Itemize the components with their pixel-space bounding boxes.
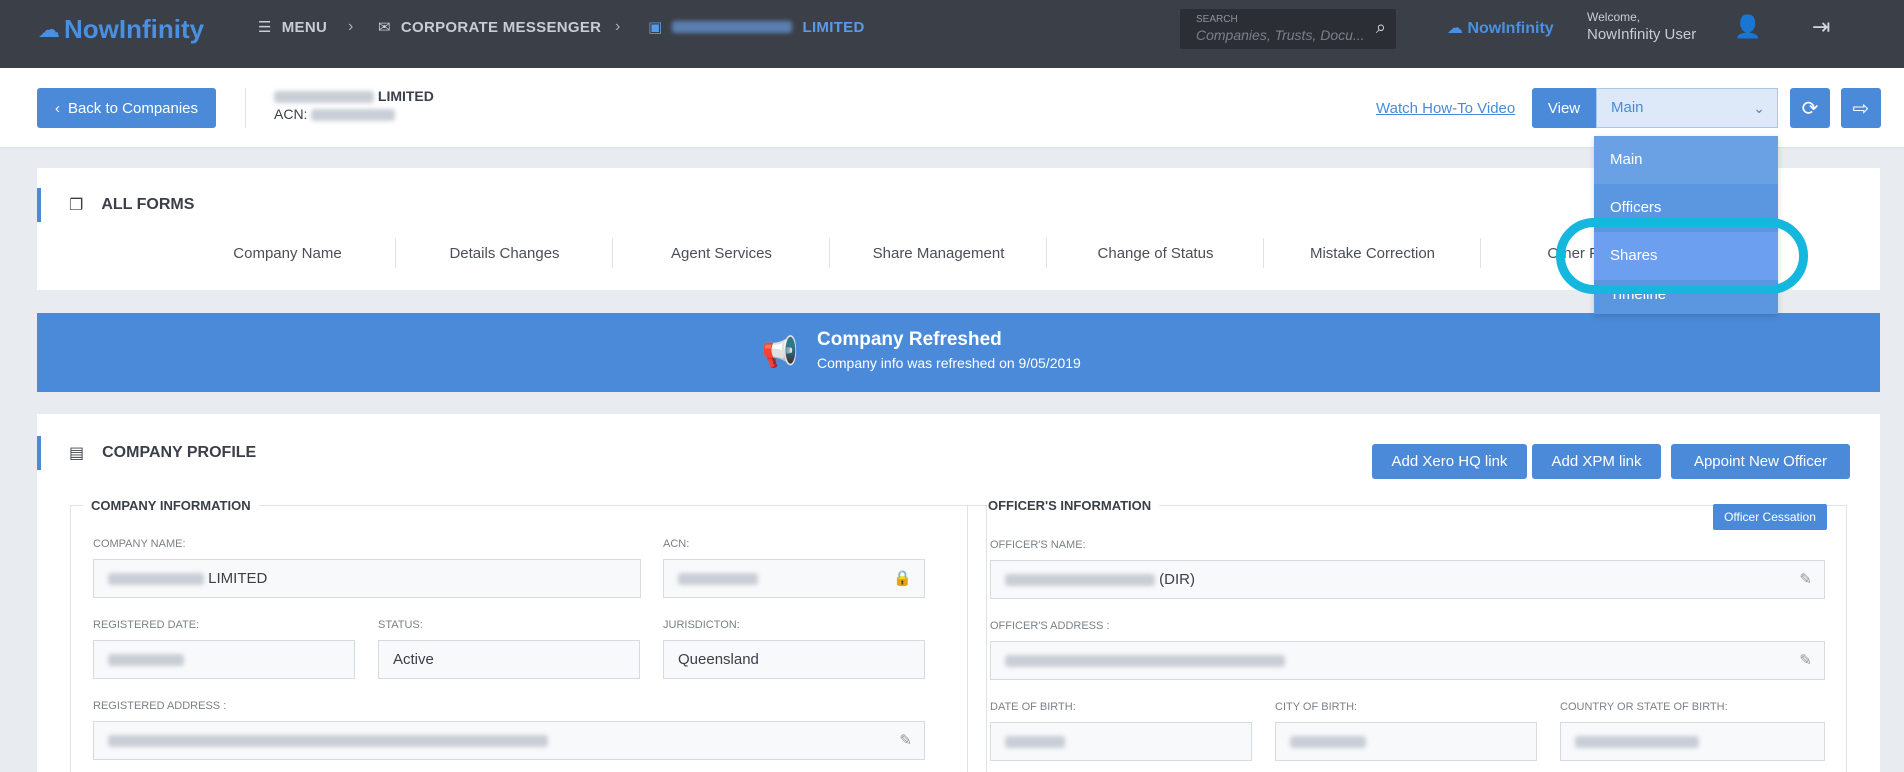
view-select[interactable]: Main ⌄: [1596, 88, 1778, 128]
company-acn: ACN:: [274, 106, 396, 122]
view-label-button[interactable]: View: [1532, 88, 1596, 128]
pencil-icon[interactable]: ✎: [899, 722, 912, 759]
company-name-field[interactable]: LIMITED: [93, 559, 641, 598]
registered-address-field[interactable]: ✎: [93, 721, 925, 760]
company-refreshed-banner: 📢 Company Refreshed Company info was ref…: [37, 313, 1880, 392]
all-forms-heading: ❐ ALL FORMS: [37, 188, 194, 222]
nowinfinity-small-logo: ☁ NowInfinity: [1447, 20, 1554, 37]
breadcrumb-chevron-icon: ›: [348, 18, 354, 35]
officer-address-field[interactable]: ✎: [990, 641, 1825, 680]
hamburger-icon: ☰: [258, 19, 272, 36]
redacted-acn: [678, 573, 758, 586]
briefcase-icon: ▤: [69, 445, 85, 462]
view-option-shares[interactable]: Shares: [1594, 232, 1778, 280]
view-dropdown-menu: Main Officers Shares Timeline: [1594, 136, 1778, 314]
refresh-icon: ⟳: [1801, 97, 1819, 120]
officer-cessation-button[interactable]: Officer Cessation: [1713, 504, 1827, 530]
redacted-company-name: [274, 91, 374, 104]
redacted-date: [108, 654, 184, 667]
status-field[interactable]: Active: [378, 640, 640, 679]
global-search[interactable]: SEARCH Companies, Trusts, Docu... ⌕: [1180, 9, 1396, 49]
form-link-company-name[interactable]: Company Name: [179, 236, 396, 270]
top-navigation-bar: ☁ NowInfinity ☰ MENU › ✉ CORPORATE MESSE…: [0, 0, 1904, 68]
redacted-company-name: [672, 21, 793, 33]
export-icon: ⇨: [1852, 97, 1870, 120]
date-of-birth-field[interactable]: [990, 722, 1252, 761]
company-title: LIMITED: [274, 88, 434, 104]
view-option-officers[interactable]: Officers: [1594, 184, 1778, 232]
lock-icon: 🔒: [893, 570, 912, 587]
form-link-agent-services[interactable]: Agent Services: [613, 236, 830, 270]
breadcrumb-chevron-icon: ›: [615, 18, 621, 35]
city-of-birth-field[interactable]: [1275, 722, 1537, 761]
redacted-company-name: [108, 573, 204, 586]
welcome-user: Welcome, NowInfinity User: [1587, 10, 1697, 43]
forms-icon: ❐: [69, 197, 84, 214]
cloud-logo-icon: ☁: [38, 16, 60, 42]
redacted-city: [1290, 736, 1366, 749]
country-of-birth-field[interactable]: [1560, 722, 1825, 761]
add-xpm-link-button[interactable]: Add XPM link: [1532, 444, 1661, 479]
redacted-address: [108, 735, 548, 748]
redacted-acn: [311, 109, 396, 122]
refresh-button[interactable]: ⟳: [1790, 88, 1830, 128]
back-to-companies-button[interactable]: ‹ Back to Companies: [37, 88, 216, 128]
company-profile-heading: ▤ COMPANY PROFILE: [37, 436, 256, 470]
watch-how-to-video-link[interactable]: Watch How-To Video: [1376, 100, 1515, 117]
chevron-down-icon: ⌄: [1753, 100, 1765, 116]
search-input[interactable]: Companies, Trusts, Docu...: [1196, 27, 1365, 43]
pencil-icon[interactable]: ✎: [1799, 561, 1812, 598]
megaphone-icon: 📢: [761, 336, 799, 369]
registered-date-field[interactable]: [93, 640, 355, 679]
cloud-logo-icon: ☁: [1447, 20, 1463, 37]
form-link-details-changes[interactable]: Details Changes: [396, 236, 613, 270]
search-icon[interactable]: ⌕: [1376, 17, 1386, 38]
document-icon: ▣: [648, 19, 663, 36]
corporate-messenger-link[interactable]: ✉ CORPORATE MESSENGER: [378, 18, 601, 37]
form-link-share-management[interactable]: Share Management: [830, 236, 1047, 270]
form-link-mistake-correction[interactable]: Mistake Correction: [1264, 236, 1481, 270]
export-button[interactable]: ⇨: [1841, 88, 1881, 128]
view-option-timeline[interactable]: Timeline: [1594, 280, 1778, 314]
redacted-officer-name: [1005, 574, 1155, 587]
form-link-change-of-status[interactable]: Change of Status: [1047, 236, 1264, 270]
add-xero-hq-link-button[interactable]: Add Xero HQ link: [1372, 444, 1527, 479]
menu-button[interactable]: ☰ MENU: [258, 18, 327, 37]
view-option-main[interactable]: Main: [1594, 136, 1778, 184]
user-profile-icon[interactable]: 👤: [1734, 14, 1761, 40]
jurisdiction-field[interactable]: Queensland: [663, 640, 925, 679]
envelope-icon: ✉: [378, 19, 391, 36]
company-profile-panel: ▤ COMPANY PROFILE Add Xero HQ link Add X…: [37, 414, 1880, 772]
divider: [245, 88, 246, 128]
company-breadcrumb-link[interactable]: ▣ LIMITED: [648, 18, 865, 37]
redacted-country: [1575, 736, 1699, 749]
chevron-left-icon: ‹: [54, 99, 60, 117]
logout-icon[interactable]: ⇥: [1812, 14, 1830, 40]
redacted-dob: [1005, 736, 1065, 749]
acn-field: 🔒: [663, 559, 925, 598]
appoint-new-officer-button[interactable]: Appoint New Officer: [1671, 444, 1850, 479]
redacted-officer-address: [1005, 655, 1285, 668]
nowinfinity-logo[interactable]: ☁ NowInfinity: [38, 14, 204, 45]
officer-name-field[interactable]: (DIR) ✎: [990, 560, 1825, 599]
pencil-icon[interactable]: ✎: [1799, 642, 1812, 679]
